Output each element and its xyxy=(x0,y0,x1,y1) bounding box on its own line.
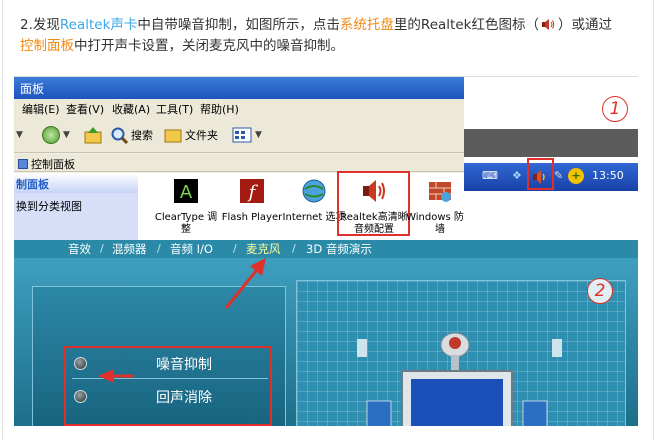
back-button[interactable]: ▼ xyxy=(16,125,23,145)
intro-text-4: ）或通过 xyxy=(557,17,612,33)
annotation-arrows xyxy=(98,258,266,383)
control-panel-small-icon xyxy=(18,159,28,169)
update-icon[interactable]: + xyxy=(568,168,584,184)
dropdown-arrow-icon: ▼ xyxy=(255,130,262,140)
intro-paragraph: 2.发现Realtek声卡中自带噪音抑制，如图所示，点击系统托盘里的Realte… xyxy=(20,15,645,57)
intro-text-1: 2.发现 xyxy=(20,17,60,33)
up-folder-button[interactable] xyxy=(84,125,102,145)
control-panel-window: 面板 编辑(E) 查看(V) 收藏(A) 工具(T) 帮助(H) ▼ ▼ 搜索 … xyxy=(14,77,464,240)
cleartype-label: ClearType 调整 xyxy=(154,212,218,235)
speaker-icon xyxy=(541,19,555,30)
folders-label: 文件夹 xyxy=(185,129,218,142)
views-button[interactable]: ▼ xyxy=(232,125,262,145)
flash-player-label: Flash Player xyxy=(221,212,283,223)
up-folder-icon xyxy=(84,127,102,144)
window-title: 面板 xyxy=(14,77,464,99)
clock[interactable]: 13:50 xyxy=(592,169,624,182)
menu-bar: 编辑(E) 查看(V) 收藏(A) 工具(T) 帮助(H) xyxy=(14,99,464,117)
intro-text-5: 中打开声卡设置，关闭麦克风中的噪音抑制。 xyxy=(74,38,344,54)
menu-edit[interactable]: 编辑(E) xyxy=(22,101,60,117)
address-bar[interactable]: 控制面板 xyxy=(14,154,464,172)
intro-text-3: 里的Realtek红色图标（ xyxy=(393,17,539,33)
arrow-to-noise-suppression-icon xyxy=(98,369,134,383)
step-marker-1: 1 xyxy=(602,96,628,122)
svg-text:A: A xyxy=(180,182,193,203)
toolbar: ▼ ▼ 搜索 文件夹 ▼ xyxy=(14,117,464,153)
dropdown-arrow-icon: ▼ xyxy=(63,130,70,140)
arrow-to-microphone-tab-icon xyxy=(224,258,266,309)
search-label: 搜索 xyxy=(131,129,153,142)
realtek-highlight-box xyxy=(337,171,410,236)
views-grid-icon xyxy=(232,127,252,143)
windows-firewall-item[interactable]: Windows 防火墙 xyxy=(406,175,464,236)
search-button[interactable]: 搜索 xyxy=(110,125,153,145)
volume-icon[interactable]: ✎ xyxy=(554,169,563,182)
flash-icon: f xyxy=(240,179,264,203)
system-tray-link[interactable]: 系统托盘 xyxy=(340,17,394,33)
forward-button[interactable]: ▼ xyxy=(42,125,70,145)
control-panel-screenshot: 面板 编辑(E) 查看(V) 收藏(A) 工具(T) 帮助(H) ▼ ▼ 搜索 … xyxy=(14,76,638,240)
cleartype-item[interactable]: A ClearType 调整 xyxy=(152,175,220,236)
desktop-area: ⌨ ❖ ✎ + 13:50 1 xyxy=(464,77,638,240)
cleartype-icon: A xyxy=(174,179,198,203)
dropdown-arrow-icon: ▼ xyxy=(16,130,23,140)
control-panel-items: A ClearType 调整 f Flash Player Internet 选… xyxy=(138,171,464,240)
windows-firewall-label: Windows 防火墙 xyxy=(406,212,464,235)
menu-help[interactable]: 帮助(H) xyxy=(200,101,239,117)
switch-category-view-link[interactable]: 换到分类视图 xyxy=(16,200,82,213)
globe-icon xyxy=(302,179,326,203)
tray-highlight-box xyxy=(527,158,554,190)
flash-player-item[interactable]: f Flash Player xyxy=(218,175,286,224)
menu-view[interactable]: 查看(V) xyxy=(66,101,104,117)
sidebar-body: 换到分类视图 xyxy=(14,193,138,240)
folder-icon xyxy=(164,129,182,143)
folders-button[interactable]: 文件夹 xyxy=(164,125,218,145)
network-icon[interactable]: ❖ xyxy=(512,169,522,182)
sidebar: 制面板 换到分类视图 xyxy=(14,173,138,240)
control-panel-link[interactable]: 控制面板 xyxy=(20,38,74,54)
realtek-manager-screenshot: 音效 / 混频器 / 音频 I/O / 麦克风 / 3D 音频演示 2 噪音抑制… xyxy=(14,240,638,426)
desktop-strip xyxy=(464,129,638,157)
forward-arrow-icon xyxy=(42,126,60,144)
address-text: 控制面板 xyxy=(31,158,75,171)
sidebar-heading: 制面板 xyxy=(14,173,138,193)
firewall-icon xyxy=(429,182,451,202)
search-icon xyxy=(111,127,128,144)
realtek-link[interactable]: Realtek声卡 xyxy=(60,17,138,33)
menu-tools[interactable]: 工具(T) xyxy=(156,101,193,117)
intro-text-2: 中自带噪音抑制，如图所示，点击 xyxy=(137,17,340,33)
keyboard-icon[interactable]: ⌨ xyxy=(482,169,498,182)
menu-favorites[interactable]: 收藏(A) xyxy=(112,101,150,117)
